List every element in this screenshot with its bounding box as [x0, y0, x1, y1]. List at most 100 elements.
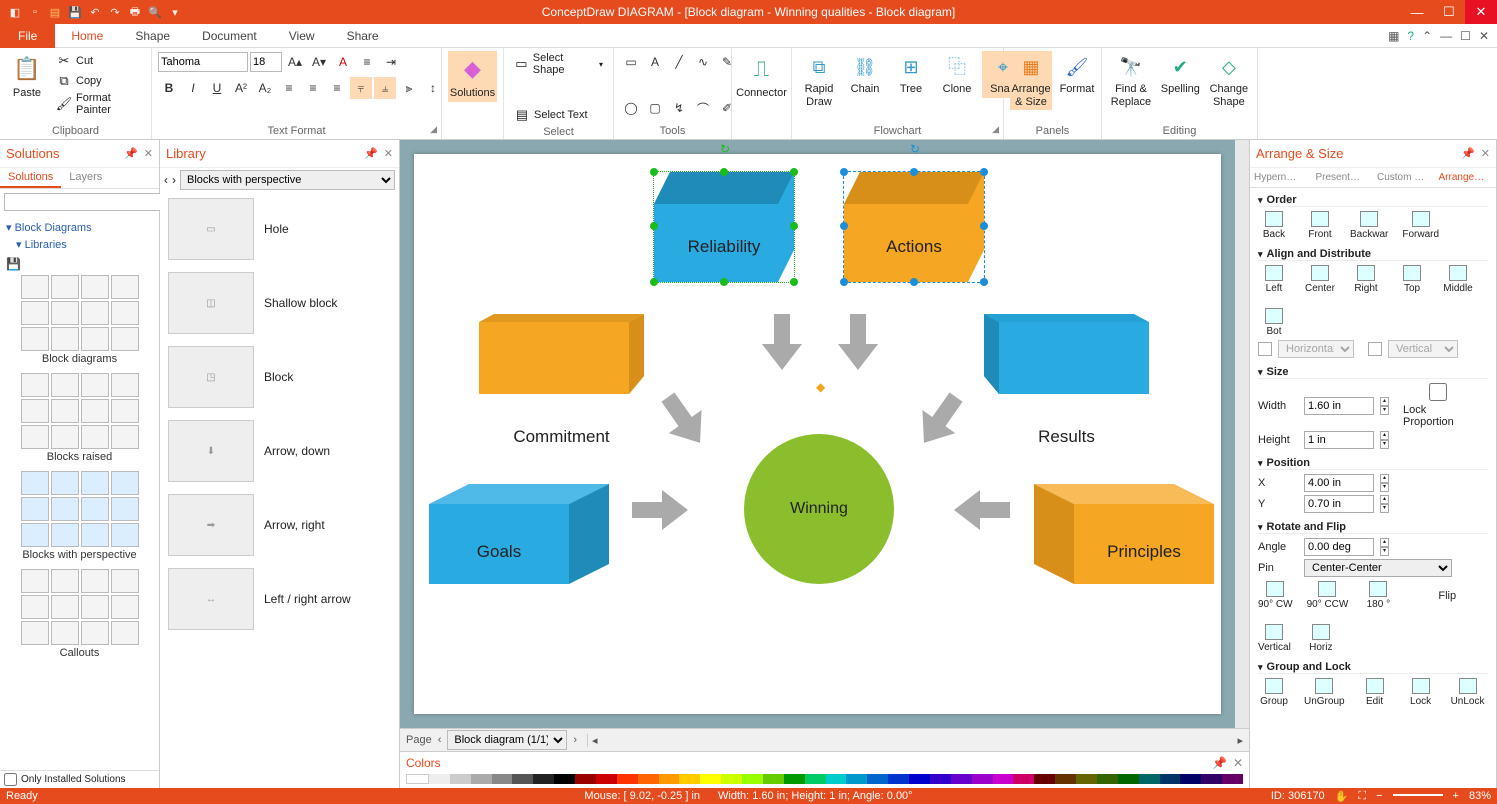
close-button[interactable]: ✕ — [1465, 0, 1497, 24]
group-heading[interactable]: Group and Lock — [1258, 661, 1488, 674]
align-right-button[interactable]: Right — [1350, 265, 1382, 294]
pos-x-input[interactable] — [1304, 474, 1374, 492]
order-heading[interactable]: Order — [1258, 194, 1488, 207]
pin-icon[interactable]: 📌 — [1461, 147, 1475, 160]
indent-icon[interactable]: ⇥ — [380, 51, 402, 73]
change-shape-button[interactable]: ◇Change Shape — [1207, 51, 1251, 110]
zoom-out-icon[interactable]: − — [1376, 790, 1382, 802]
valign-bot-icon[interactable]: ⫸ — [398, 77, 420, 99]
order-front-button[interactable]: Front — [1304, 211, 1336, 240]
qat-open-icon[interactable]: ▤ — [48, 5, 62, 19]
chain-button[interactable]: ⛓Chain — [844, 51, 886, 98]
rotation-diamond-icon[interactable]: ◆ — [816, 380, 825, 394]
find-replace-button[interactable]: 🔭Find & Replace — [1108, 51, 1154, 110]
height-input[interactable] — [1304, 431, 1374, 449]
align-center-icon[interactable]: ≡ — [302, 77, 324, 99]
tab-arrange[interactable]: Arrange… — [1435, 168, 1497, 187]
tool-rect-icon[interactable]: ▭ — [620, 51, 642, 73]
distribute-horizontal-select[interactable]: Horizontal — [1278, 340, 1354, 358]
tab-share[interactable]: Share — [331, 24, 395, 48]
decrease-font-icon[interactable]: A▾ — [308, 51, 330, 73]
tab-shape[interactable]: Shape — [119, 24, 186, 48]
unlock-button[interactable]: UnLock — [1451, 678, 1485, 707]
cut-button[interactable]: ✂Cut — [52, 51, 145, 71]
tool-ellipse-icon[interactable]: ◯ — [620, 97, 642, 119]
underline-icon[interactable]: U — [206, 77, 228, 99]
font-family-combo[interactable] — [158, 52, 248, 72]
qat-undo-icon[interactable]: ↶ — [88, 5, 102, 19]
qat-search-icon[interactable]: 🔍 — [148, 5, 162, 19]
valign-mid-icon[interactable]: ⫨ — [374, 77, 396, 99]
tool-connector-icon[interactable]: ↯ — [668, 97, 690, 119]
panel-close-icon[interactable]: ✕ — [144, 147, 153, 160]
lib-item-shallow-block[interactable]: ◫Shallow block — [160, 266, 399, 340]
align-left-icon[interactable]: ≡ — [278, 77, 300, 99]
panel-close-icon[interactable]: ✕ — [384, 147, 393, 160]
file-menu[interactable]: File — [0, 24, 55, 48]
lock-button[interactable]: Lock — [1405, 678, 1437, 707]
rot-180-button[interactable]: 180 ° — [1362, 581, 1394, 610]
lock-proportion-checkbox[interactable] — [1403, 383, 1473, 401]
shape-goals[interactable]: Goals — [429, 484, 609, 584]
save-lib-icon[interactable]: 💾 — [6, 257, 21, 271]
lib-item-block[interactable]: ◳Block — [160, 340, 399, 414]
tool-line-icon[interactable]: ╱ — [668, 51, 690, 73]
pin-icon[interactable]: 📌 — [1212, 756, 1227, 770]
rotate-heading[interactable]: Rotate and Flip — [1258, 521, 1488, 534]
text-format-launcher-icon[interactable]: ◢ — [430, 124, 437, 135]
lib-item-left-right-arrow[interactable]: ↔Left / right arrow — [160, 562, 399, 636]
rotate-handle-icon[interactable]: ↻ — [720, 142, 730, 156]
shape-results[interactable]: Results — [984, 314, 1149, 394]
hscroll-left-icon[interactable]: ◂ — [587, 734, 598, 747]
flowchart-launcher-icon[interactable]: ◢ — [992, 124, 999, 135]
help-grid-icon[interactable]: ▦ — [1388, 29, 1399, 43]
width-input[interactable] — [1304, 397, 1374, 415]
rapid-draw-button[interactable]: ⧉Rapid Draw — [798, 51, 840, 110]
position-heading[interactable]: Position — [1258, 457, 1488, 470]
order-backward-button[interactable]: Backwar — [1350, 211, 1388, 240]
align-left-button[interactable]: Left — [1258, 265, 1290, 294]
qat-print-icon[interactable]: 🖶 — [128, 5, 142, 19]
shape-reliability[interactable]: Reliability — [654, 172, 794, 282]
lib-item-hole[interactable]: ▭Hole — [160, 192, 399, 266]
tool-frame-icon[interactable]: ▢ — [644, 97, 666, 119]
shape-commitment[interactable]: Commitment — [479, 314, 644, 394]
group-button[interactable]: Group — [1258, 678, 1290, 707]
mdi-min-icon[interactable]: — — [1440, 29, 1452, 43]
panel-close-icon[interactable]: ✕ — [1233, 756, 1243, 770]
tool-text-icon[interactable]: A — [644, 51, 666, 73]
shape-principles[interactable]: Principles — [1034, 484, 1214, 584]
libset-blocks-perspective[interactable]: Blocks with perspective — [4, 471, 155, 561]
bullets-icon[interactable]: ≡ — [356, 51, 378, 73]
size-heading[interactable]: Size — [1258, 366, 1488, 379]
libset-blocks-raised[interactable]: Blocks raised — [4, 373, 155, 463]
pin-icon[interactable]: 📌 — [364, 147, 378, 160]
copy-button[interactable]: ⧉Copy — [52, 71, 145, 91]
maximize-button[interactable]: ☐ — [1433, 0, 1465, 24]
flip-horiz-button[interactable]: Horiz — [1305, 624, 1337, 653]
line-spacing-icon[interactable]: ↕ — [422, 77, 444, 99]
rot-90ccw-button[interactable]: 90° CCW — [1307, 581, 1349, 610]
panel-close-icon[interactable]: ✕ — [1481, 147, 1490, 160]
tree-button[interactable]: ⊞Tree — [890, 51, 932, 98]
align-bot-button[interactable]: Bot — [1258, 308, 1290, 337]
font-color-icon[interactable]: A — [332, 51, 354, 73]
align-center-button[interactable]: Center — [1304, 265, 1336, 294]
italic-icon[interactable]: I — [182, 77, 204, 99]
angle-input[interactable] — [1304, 538, 1374, 556]
edit-button[interactable]: Edit — [1359, 678, 1391, 707]
tool-arc-icon[interactable]: ⌒ — [692, 97, 714, 119]
zoom-in-icon[interactable]: + — [1453, 790, 1459, 802]
pos-y-input[interactable] — [1304, 495, 1374, 513]
bold-icon[interactable]: B — [158, 77, 180, 99]
mdi-max-icon[interactable]: ☐ — [1460, 29, 1471, 43]
qat-icon[interactable]: ◧ — [8, 5, 22, 19]
select-shape-button[interactable]: ▭Select Shape▾ — [510, 51, 607, 77]
valign-top-icon[interactable]: ⫧ — [350, 77, 372, 99]
minimize-button[interactable]: — — [1401, 0, 1433, 24]
align-middle-button[interactable]: Middle — [1442, 265, 1474, 294]
help-icon[interactable]: ? — [1407, 29, 1414, 43]
libset-callouts[interactable]: Callouts — [4, 569, 155, 659]
status-pan-icon[interactable]: ✋ — [1335, 790, 1349, 803]
qat-save-icon[interactable]: 💾 — [68, 5, 82, 19]
